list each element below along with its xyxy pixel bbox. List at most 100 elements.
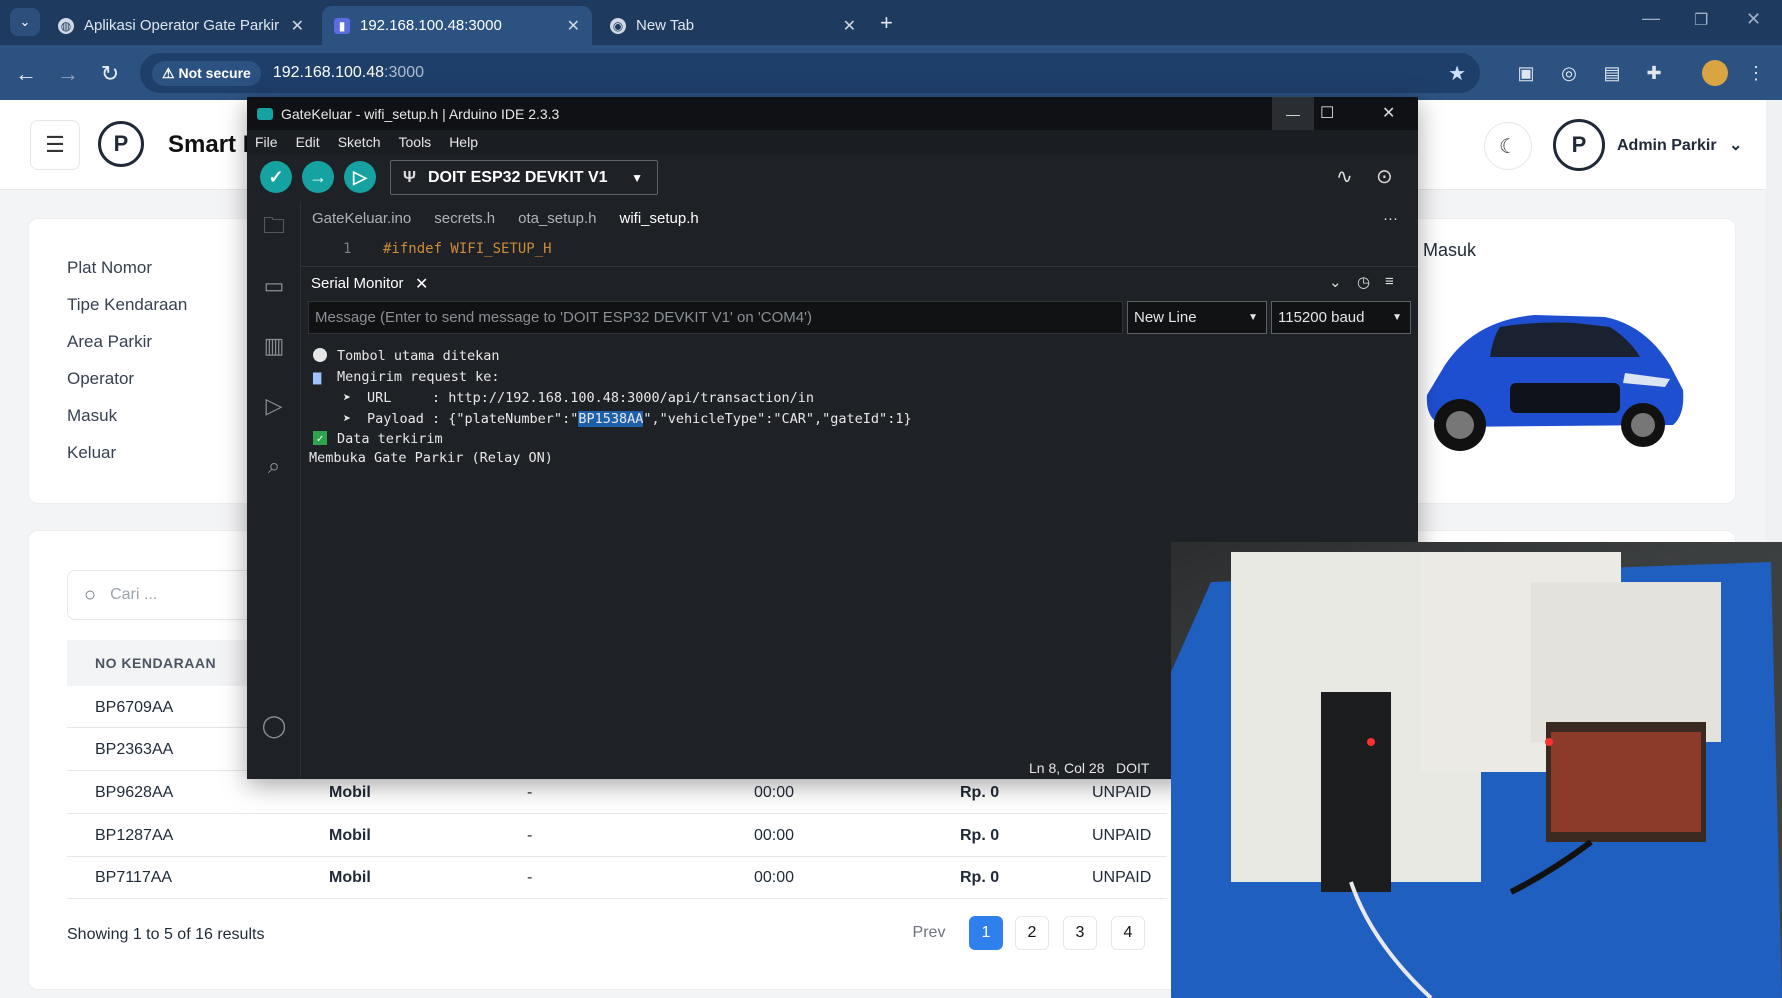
serial-monitor-header: Serial Monitor ✕ ⌄ ◷ ≡ bbox=[301, 266, 1418, 298]
ide-status-bar: Ln 8, Col 28 DOIT bbox=[301, 755, 1171, 779]
reload-icon[interactable]: ↻ bbox=[96, 60, 124, 88]
close-icon[interactable]: ✕ bbox=[291, 16, 304, 36]
verify-check-icon[interactable]: ✓ bbox=[260, 161, 292, 193]
row-plate: BP9628AA bbox=[95, 784, 174, 801]
tab-search-button[interactable]: ⌄ bbox=[10, 8, 40, 36]
user-menu[interactable]: Admin Parkir ⌄ bbox=[1617, 135, 1742, 155]
menu-file[interactable]: File bbox=[255, 134, 278, 150]
close-icon[interactable]: ✕ bbox=[567, 16, 580, 36]
close-icon[interactable]: ✕ bbox=[843, 16, 856, 36]
status-board[interactable]: DOIT bbox=[1116, 760, 1149, 776]
forward-icon[interactable]: → bbox=[54, 60, 82, 88]
page-3-button[interactable]: 3 bbox=[1063, 916, 1097, 950]
serial-plotter-icon[interactable]: ∿ bbox=[1336, 164, 1353, 189]
baud-rate-select[interactable]: 115200 baud ▼ bbox=[1271, 301, 1411, 334]
row-plate: BP2363AA bbox=[95, 741, 174, 758]
menu-sketch[interactable]: Sketch bbox=[338, 134, 381, 150]
code-line: #ifndef WIFI_SETUP_H bbox=[383, 241, 552, 257]
menu-dots-icon[interactable]: ⋮ bbox=[1742, 59, 1770, 87]
row-area: - bbox=[527, 827, 533, 844]
folder-icon[interactable]: 🗀 bbox=[258, 212, 290, 244]
extension-icon[interactable]: ◎ bbox=[1555, 59, 1583, 87]
tab-operator-app[interactable]: ◍ Aplikasi Operator Gate Parkir ✕ bbox=[46, 6, 316, 45]
serial-message-input[interactable]: Message (Enter to send message to 'DOIT … bbox=[308, 301, 1123, 334]
search-icon[interactable]: ⌕ bbox=[258, 450, 290, 482]
payload-plate-highlight: BP1538AA bbox=[578, 411, 644, 427]
row-status: UNPAID bbox=[1092, 827, 1152, 844]
file-tab-active[interactable]: wifi_setup.h bbox=[620, 210, 699, 227]
moon-icon[interactable]: ☾ bbox=[1484, 122, 1532, 170]
cursor-position[interactable]: Ln 8, Col 28 bbox=[1029, 760, 1105, 776]
file-tab[interactable]: ota_setup.h bbox=[518, 210, 596, 227]
ide-maximize-button[interactable]: ☐ bbox=[1320, 103, 1334, 123]
baud-value: 115200 baud bbox=[1278, 309, 1365, 326]
hamburger-menu-icon[interactable]: ☰ bbox=[30, 120, 80, 170]
app-brand: Smart P bbox=[168, 131, 259, 158]
window-close-button[interactable]: ✕ bbox=[1746, 9, 1761, 30]
file-tab[interactable]: secrets.h bbox=[434, 210, 495, 227]
page-2-button[interactable]: 2 bbox=[1015, 916, 1049, 950]
translate-icon[interactable]: ▣ bbox=[1512, 59, 1540, 87]
board-selector[interactable]: Ψ DOIT ESP32 DEVKIT V1 ▼ bbox=[390, 160, 658, 195]
back-icon[interactable]: ← bbox=[12, 60, 40, 88]
row-divider bbox=[67, 856, 1167, 857]
label-plat-nomor: Plat Nomor bbox=[67, 258, 153, 277]
menu-edit[interactable]: Edit bbox=[296, 134, 320, 150]
code-editor[interactable]: 1 #ifndef WIFI_SETUP_H bbox=[301, 235, 1418, 265]
url-port: :3000 bbox=[384, 64, 425, 81]
profile-avatar[interactable] bbox=[1702, 60, 1728, 86]
chevrons-down-icon[interactable]: ⌄ bbox=[1329, 273, 1342, 291]
menu-tools[interactable]: Tools bbox=[399, 134, 432, 150]
puzzle-icon[interactable]: ✚ bbox=[1640, 59, 1668, 87]
line-number: 1 bbox=[343, 241, 352, 257]
upload-arrow-icon[interactable]: → bbox=[302, 161, 334, 193]
account-icon[interactable]: ◯ bbox=[258, 710, 290, 742]
line-ending-value: New Line bbox=[1134, 309, 1197, 326]
more-dots-icon[interactable]: ··· bbox=[1383, 210, 1398, 227]
output-line: Tombol utama ditekan bbox=[337, 348, 500, 364]
outbox-icon: ▆ bbox=[313, 369, 322, 385]
library-icon[interactable]: ▥ bbox=[258, 330, 290, 362]
user-avatar[interactable]: P bbox=[1553, 119, 1605, 171]
check-mark-icon: ✓ bbox=[313, 431, 327, 445]
payload-suffix: ","vehicleType":"CAR","gateId":1} bbox=[643, 411, 912, 427]
ide-title: GateKeluar - wifi_setup.h | Arduino IDE … bbox=[281, 105, 560, 122]
ide-close-button[interactable]: ✕ bbox=[1382, 103, 1395, 123]
prev-page-button[interactable]: Prev bbox=[898, 916, 960, 950]
app-favicon-icon: ▮ bbox=[334, 17, 350, 34]
debug-icon[interactable]: ▷ bbox=[344, 161, 376, 193]
menu-help[interactable]: Help bbox=[449, 134, 478, 150]
bookmark-star-icon[interactable]: ★ bbox=[1448, 61, 1466, 86]
clear-output-icon[interactable]: ≡ bbox=[1385, 273, 1394, 290]
address-bar[interactable]: ⚠ Not secure 192.168.100.48:3000 ★ bbox=[140, 53, 1480, 93]
window-restore-button[interactable]: ❐ bbox=[1694, 10, 1708, 30]
url-host: 192.168.100.48 bbox=[272, 64, 385, 81]
timestamp-clock-icon[interactable]: ◷ bbox=[1357, 273, 1370, 291]
row-plate: BP6709AA bbox=[95, 699, 174, 716]
not-secure-badge[interactable]: ⚠ Not secure bbox=[152, 60, 261, 86]
line-ending-select[interactable]: New Line ▼ bbox=[1127, 301, 1267, 334]
file-tab[interactable]: GateKeluar.ino bbox=[312, 210, 411, 227]
globe-icon: ◍ bbox=[58, 17, 74, 34]
debug-sidebar-icon[interactable]: ▷ bbox=[258, 390, 290, 422]
label-area-parkir: Area Parkir bbox=[67, 332, 153, 351]
chevron-down-icon: ▼ bbox=[631, 170, 643, 185]
chrome-icon: ◉ bbox=[610, 17, 626, 34]
row-divider bbox=[67, 813, 1167, 814]
serial-monitor-icon[interactable]: ⊙ bbox=[1376, 164, 1393, 189]
output-line-payload: Payload : {"plateNumber":"BP1538AA","veh… bbox=[367, 411, 912, 427]
row-plate: BP1287AA bbox=[95, 827, 174, 844]
extension-icon[interactable]: ▤ bbox=[1598, 59, 1626, 87]
tab-new-tab[interactable]: ◉ New Tab ✕ bbox=[598, 6, 868, 45]
close-icon[interactable]: ✕ bbox=[415, 274, 428, 294]
page-1-button[interactable]: 1 bbox=[969, 916, 1003, 950]
window-minimize-button[interactable]: — bbox=[1642, 8, 1660, 29]
boards-manager-icon[interactable]: ▭ bbox=[258, 270, 290, 302]
row-status: UNPAID bbox=[1092, 784, 1152, 801]
page-4-button[interactable]: 4 bbox=[1111, 916, 1145, 950]
tab-current[interactable]: ▮ 192.168.100.48:3000 ✕ bbox=[322, 6, 592, 45]
tab-label: Aplikasi Operator Gate Parkir bbox=[84, 17, 280, 34]
ide-minimize-button[interactable]: — bbox=[1272, 97, 1314, 130]
row-divider bbox=[67, 898, 1167, 899]
new-tab-button[interactable]: + bbox=[880, 10, 893, 36]
